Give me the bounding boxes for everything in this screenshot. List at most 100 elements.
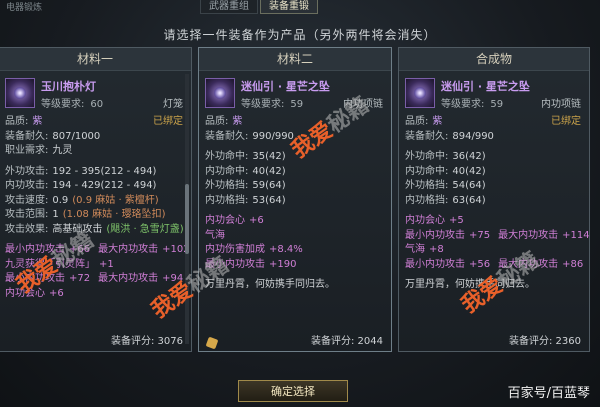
- stat-row: 外功命中: 36(42): [405, 150, 583, 165]
- stat-value: +190: [269, 258, 297, 270]
- stat-value: 九灵: [52, 145, 73, 156]
- stat-value: +5: [449, 215, 464, 226]
- stat-value: 63(64): [452, 194, 486, 206]
- stat-list: 品质: 紫装备耐久: 990/990 外功命中: 35(42) 内功命中: 40(42) 外功…: [205, 115, 385, 293]
- stat-row: 品质: 紫: [205, 115, 385, 130]
- stat-label: 最大内功攻击: [498, 258, 559, 270]
- stat-row: 内功格挡: 63(64): [405, 194, 583, 209]
- stat-row: 最小内功攻击 +75 最大内功攻击 +114: [405, 229, 590, 244]
- stat-value: +75: [469, 229, 491, 241]
- top-tabs: 武器重组 装备重锻: [200, 0, 318, 14]
- stat-value: +6: [249, 215, 264, 226]
- item-header: 迷仙引 · 星芒之坠 等级要求: 59 内功项链: [205, 75, 385, 115]
- stat-label: 装备耐久:: [5, 130, 49, 142]
- item-type: 灯笼: [163, 99, 183, 110]
- stat-row: 内功攻击: 194 - 429(212 - 494): [5, 179, 185, 194]
- stat-value: +6: [49, 287, 64, 299]
- stat-value: 35(42): [252, 151, 286, 162]
- tab-weapon-rebuild[interactable]: 武器重组: [200, 0, 258, 14]
- stat-value: 36(42): [452, 151, 486, 162]
- item-description: 万里丹霄，何妨携手同归去。: [205, 279, 335, 290]
- stat-label: 气海: [205, 229, 225, 241]
- stat-row: 攻击效果: 高基础攻击 (飓洪 · 急雪灯盏): [5, 223, 185, 238]
- stat-value: 192 - 395(212 - 494): [52, 165, 157, 177]
- stat-label: 内功格挡:: [405, 194, 449, 206]
- scroll-thumb[interactable]: [185, 184, 189, 254]
- stat-label: 攻击速度:: [5, 194, 49, 206]
- stat-label: 职业需求:: [5, 145, 49, 156]
- stat-row: 气海 +8: [405, 243, 583, 258]
- stat-label: 外功格挡:: [205, 180, 249, 191]
- bound-status: 已绑定: [153, 116, 183, 127]
- stat-label: 品质:: [205, 116, 229, 127]
- stat-extra: (飓洪 · 急雪灯盏): [106, 223, 184, 235]
- stat-extra: (0.9 麻姑 · 紫檀杆): [72, 194, 159, 206]
- item-level-req: 等级要求: 59: [441, 99, 504, 110]
- stat-label: 最小内功攻击: [205, 258, 265, 270]
- stat-label: 内功格挡:: [205, 194, 249, 206]
- stat-label: 九灵获得「引灵阵」: [5, 258, 95, 270]
- confirm-button[interactable]: 确定选择: [238, 380, 348, 402]
- equipment-score: 装备评分: 2044: [311, 336, 383, 347]
- item-header: 迷仙引 · 星芒之坠 等级要求: 59 内功项链: [405, 75, 583, 115]
- stat-value: 紫: [232, 116, 243, 127]
- pendant-icon: [405, 78, 435, 108]
- stat-value: 紫: [432, 116, 443, 127]
- stat-label: 最大内功攻击: [498, 229, 559, 241]
- stat-row: 装备耐久: 894/990: [405, 130, 583, 145]
- stat-value: +94: [162, 273, 184, 284]
- stat-label: 外功攻击:: [5, 165, 49, 177]
- stat-row: 内功命中: 40(42): [205, 165, 385, 180]
- stat-row: 攻击范围: 1 (1.08 麻姑 · 璎珞坠扣): [5, 208, 185, 223]
- stat-row: 最小内功攻击 +66 最大内功攻击 +102: [5, 243, 190, 258]
- stat-list: 品质: 紫 已绑定装备耐久: 894/990 外功命中: 36(42) 内功命中: 40(42…: [405, 115, 590, 293]
- stat-value: 990/990: [252, 130, 294, 142]
- stat-label: 装备耐久:: [405, 130, 449, 142]
- stat-label: 内功会心: [5, 287, 45, 299]
- stat-value: 1: [52, 209, 59, 220]
- stat-row: 外功命中: 35(42): [205, 150, 385, 165]
- stat-value: 0.9: [52, 194, 69, 206]
- stat-label: 攻击范围:: [5, 209, 49, 220]
- stat-value: 紫: [32, 116, 43, 127]
- stat-label: 品质:: [405, 116, 429, 127]
- item-level-req: 等级要求: 59: [241, 99, 304, 110]
- stat-value: +8: [429, 244, 444, 255]
- item-name: 玉川抱朴灯: [41, 80, 96, 93]
- stat-value: 高基础攻击: [52, 223, 103, 235]
- stat-value: 194 - 429(212 - 494): [52, 180, 157, 191]
- stat-label: 最小内功攻击: [405, 229, 465, 241]
- stat-label: 内功攻击:: [5, 180, 49, 191]
- stat-label: 装备耐久:: [205, 130, 249, 142]
- stat-label: 最小内功攻击: [405, 258, 465, 270]
- stat-row: 最小内功攻击 +72 最大内功攻击 +94: [5, 272, 185, 287]
- stat-value: 40(42): [452, 165, 486, 177]
- result-panel[interactable]: 合成物 迷仙引 · 星芒之坠 等级要求: 59 内功项链 品质: 紫 已绑定 装备耐久:…: [398, 47, 590, 352]
- item-name: 迷仙引 · 星芒之坠: [441, 80, 530, 93]
- stat-label: 内功命中:: [205, 165, 249, 177]
- stat-row: 内功命中: 40(42): [405, 165, 583, 180]
- item-type: 内功项链: [343, 99, 383, 110]
- material-one-panel[interactable]: 材料一 玉川抱朴灯 等级要求: 60 灯笼 品质: 紫 已绑定 装备耐久: 807/100…: [0, 47, 192, 352]
- item-description: 万里丹霄，何妨携手同归去。: [405, 279, 535, 290]
- stat-label: 气海: [405, 244, 425, 255]
- stat-row: 外功攻击: 192 - 395(212 - 494): [5, 165, 185, 180]
- equipment-score: 装备评分: 2360: [509, 336, 581, 347]
- stat-value: +8.4%: [269, 244, 303, 255]
- bound-status: 已绑定: [551, 116, 581, 127]
- stat-label: 内功命中:: [405, 165, 449, 177]
- panel-header: 材料一: [0, 48, 191, 71]
- tab-equipment-reforge[interactable]: 装备重锻: [260, 0, 318, 14]
- stat-row: 内功格挡: 53(64): [205, 194, 385, 209]
- stat-row: 最小内功攻击 +190: [205, 258, 385, 273]
- scrollbar[interactable]: [185, 74, 189, 344]
- item-type: 内功项链: [541, 99, 581, 110]
- stat-label: 内功伤害加成: [205, 244, 265, 255]
- stat-row: 九灵获得「引灵阵」 +1: [5, 258, 185, 273]
- material-two-panel[interactable]: 材料二 迷仙引 · 星芒之坠 等级要求: 59 内功项链 品质: 紫装备耐久: 990…: [198, 47, 392, 352]
- stat-value: 54(64): [452, 180, 486, 191]
- lantern-icon: [5, 78, 35, 108]
- stat-row: 品质: 紫 已绑定: [5, 115, 185, 130]
- equipment-score: 装备评分: 3076: [111, 336, 183, 347]
- stat-label: 攻击效果:: [5, 223, 49, 235]
